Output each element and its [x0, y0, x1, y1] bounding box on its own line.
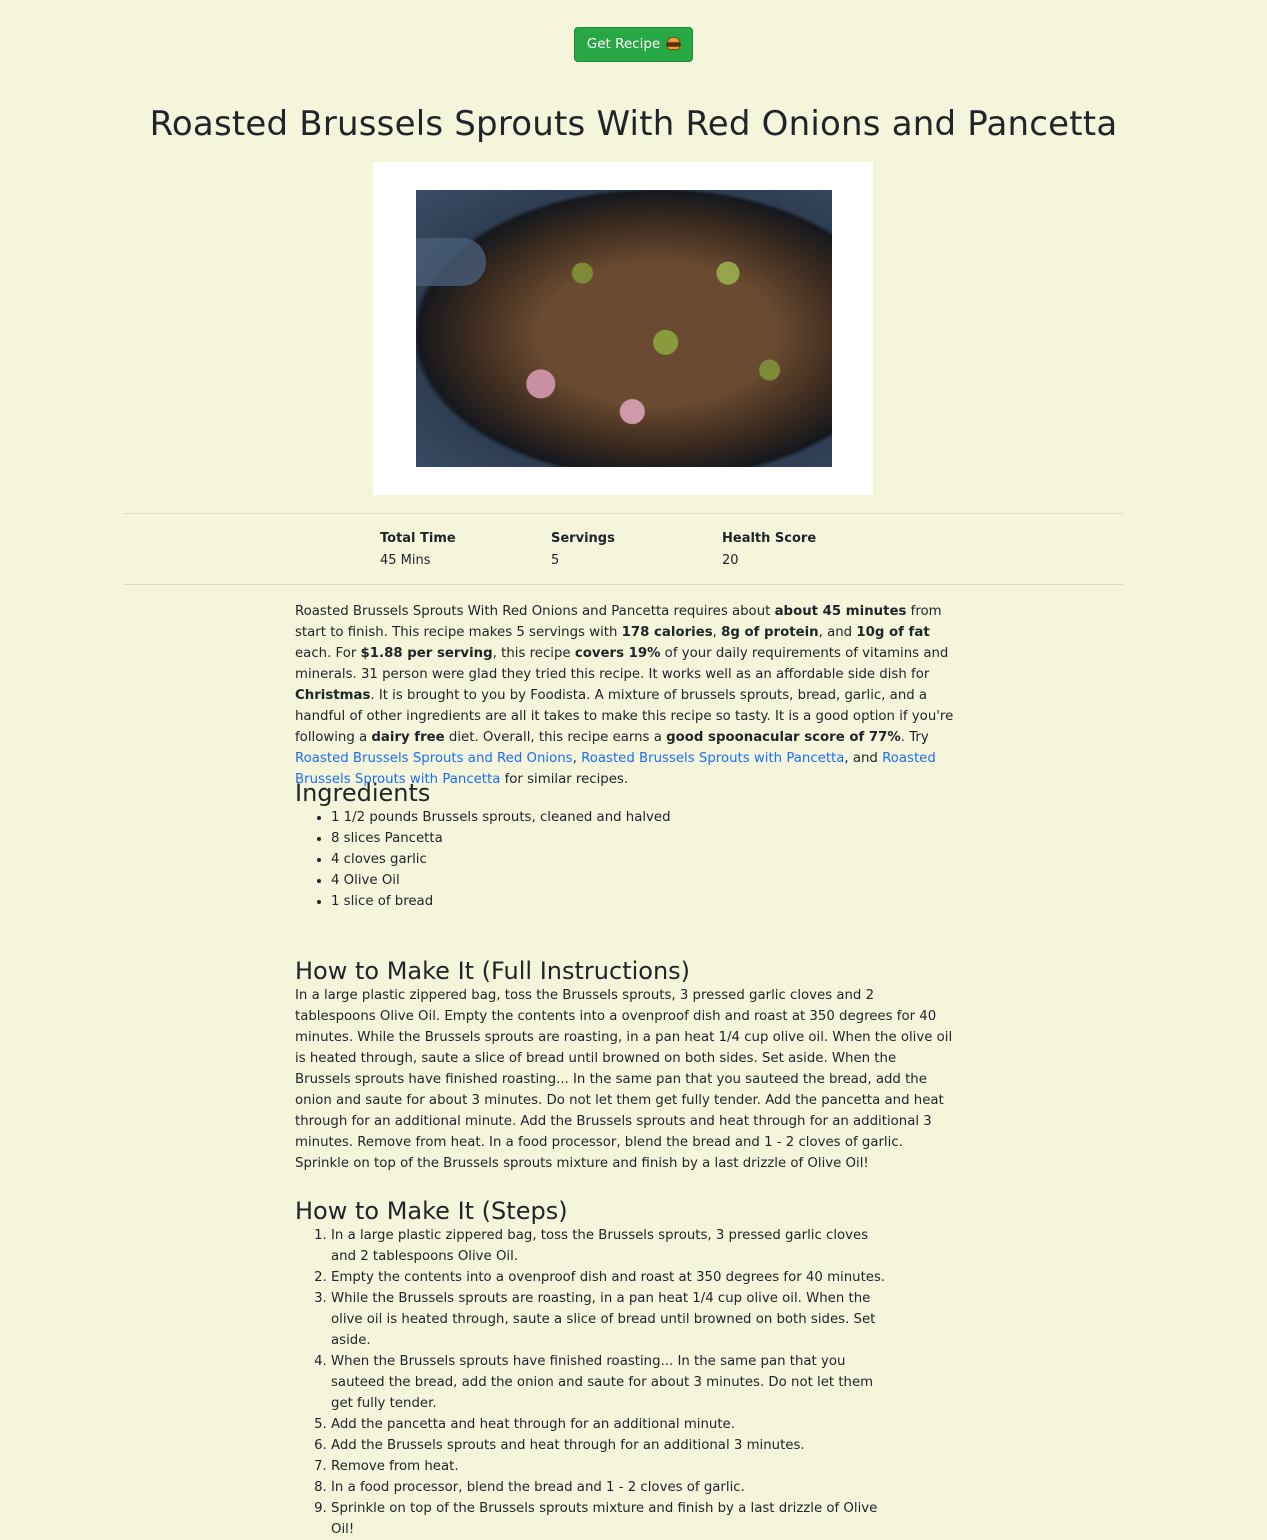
divider-top — [124, 513, 1123, 514]
ingredient-item: 8 slices Pancetta — [331, 828, 955, 849]
stat-servings: Servings 5 — [551, 530, 615, 574]
steps-section: How to Make It (Steps) In a large plasti… — [295, 1197, 955, 1540]
steps-list: In a large plastic zippered bag, toss th… — [295, 1225, 955, 1540]
steps-heading: How to Make It (Steps) — [295, 1197, 568, 1225]
get-recipe-button-wrap: Get Recipe — [0, 27, 1267, 62]
divider-bottom — [124, 584, 1123, 585]
recipe-image-frame — [373, 162, 873, 495]
stat-value: 5 — [551, 553, 560, 568]
ingredient-item: 1 1/2 pounds Brussels sprouts, cleaned a… — [331, 807, 955, 828]
step-item: Remove from heat. — [331, 1456, 895, 1477]
stat-value: 45 Mins — [380, 553, 431, 568]
step-item: Add the pancetta and heat through for an… — [331, 1414, 895, 1435]
step-item: In a large plastic zippered bag, toss th… — [331, 1225, 895, 1267]
ingredient-item: 4 Olive Oil — [331, 870, 955, 891]
recipe-summary: Roasted Brussels Sprouts With Red Onions… — [295, 604, 954, 787]
recipe-image — [416, 190, 832, 467]
ingredient-item: 4 cloves garlic — [331, 849, 955, 870]
step-item: Empty the contents into a ovenproof dish… — [331, 1267, 895, 1288]
hamburger-icon — [666, 37, 682, 50]
step-item: In a food processor, blend the bread and… — [331, 1477, 895, 1498]
recipe-title: Roasted Brussels Sprouts With Red Onions… — [149, 104, 1118, 144]
similar-recipe-link[interactable]: Roasted Brussels Sprouts and Red Onions — [295, 751, 573, 766]
full-instructions-heading: How to Make It (Full Instructions) — [295, 957, 691, 985]
stat-label: Servings — [551, 531, 615, 546]
stat-total-time: Total Time 45 Mins — [380, 530, 456, 574]
ingredients-section: Ingredients 1 1/2 pounds Brussels sprout… — [295, 779, 955, 912]
similar-recipe-link[interactable]: Roasted Brussels Sprouts with Pancetta — [581, 751, 844, 766]
stat-label: Health Score — [722, 531, 817, 546]
full-instructions-section: How to Make It (Full Instructions) In a … — [295, 957, 955, 1174]
ingredients-list: 1 1/2 pounds Brussels sprouts, cleaned a… — [295, 807, 955, 912]
step-item: Add the Brussels sprouts and heat throug… — [331, 1435, 895, 1456]
stat-label: Total Time — [380, 531, 456, 546]
stat-health-score: Health Score 20 — [722, 530, 816, 574]
full-instructions-text: In a large plastic zippered bag, toss th… — [295, 988, 953, 1171]
ingredient-item: 1 slice of bread — [331, 891, 955, 912]
stat-value: 20 — [722, 553, 739, 568]
step-item: When the Brussels sprouts have finished … — [331, 1351, 895, 1414]
step-item: While the Brussels sprouts are roasting,… — [331, 1288, 895, 1351]
get-recipe-label: Get Recipe — [586, 36, 661, 52]
step-item: Sprinkle on top of the Brussels sprouts … — [331, 1498, 895, 1540]
ingredients-heading: Ingredients — [295, 779, 431, 807]
get-recipe-button[interactable]: Get Recipe — [573, 27, 694, 62]
